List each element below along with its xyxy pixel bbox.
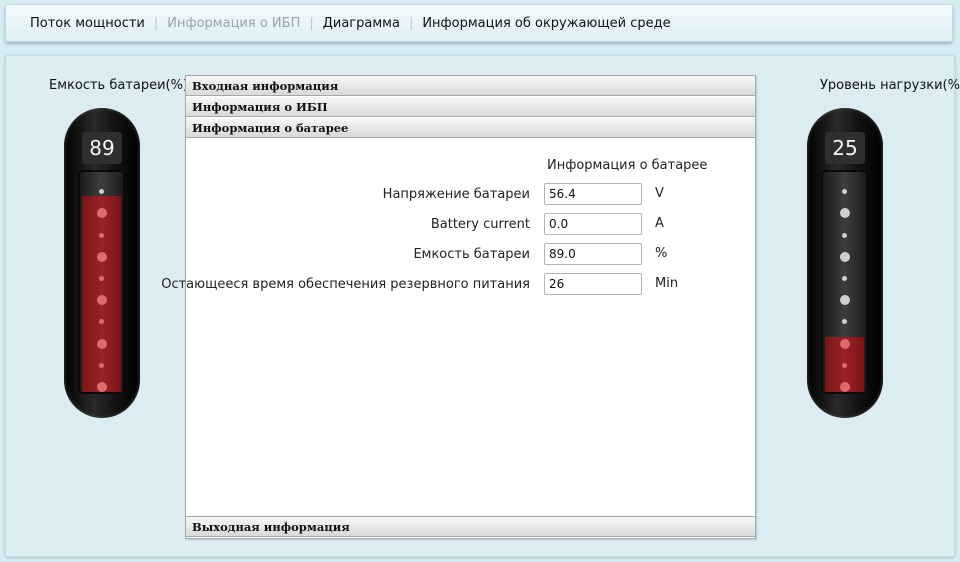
gauge-scale-dot (99, 276, 104, 281)
gauge-scale-dot (99, 362, 104, 368)
load-level-tube (821, 170, 868, 394)
gauge-scale-dot (842, 232, 847, 238)
gauge-scale-dot (842, 319, 847, 325)
gauge-scale-dots (80, 172, 123, 392)
battery-capacity-label: Емкость батареи (413, 247, 530, 262)
load-level-gauge-label: Уровень нагрузки(%) (820, 78, 960, 93)
load-level-gauge: 25 (807, 108, 883, 418)
battery-current-label: Battery current (430, 217, 530, 232)
battery-capacity-unit: % (655, 246, 668, 261)
backup-time-label: Остающееся время обеспечения резервного … (161, 277, 530, 292)
accordion-panel: Входная информация Информация о ИБП Инфо… (161, 75, 756, 539)
accordion-header-output-info[interactable]: Выходная информация (186, 516, 755, 537)
battery-capacity-tube (78, 170, 125, 394)
tab-divider: | (153, 15, 159, 31)
accordion-header-input-info[interactable]: Входная информация (186, 76, 755, 96)
gauge-scale-dots (823, 172, 866, 392)
tab-environment-info[interactable]: Информация об окружающей среде (416, 16, 676, 31)
gauge-scale-dot (839, 295, 850, 306)
gauge-scale-dot (842, 276, 847, 281)
accordion-header-battery-info[interactable]: Информация о батарее (186, 118, 755, 138)
gauge-scale-dot (96, 338, 107, 349)
top-nav-bar: Поток мощности | Информация о ИБП | Диаг… (5, 4, 953, 42)
tab-divider: | (408, 15, 414, 31)
battery-capacity-gauge-label: Емкость батареи(%) (49, 78, 189, 93)
gauge-scale-dot (99, 319, 104, 325)
battery-capacity-gauge: 89 (64, 108, 140, 418)
backup-time-field[interactable] (544, 273, 642, 295)
gauge-scale-dot (842, 362, 847, 368)
tab-ups-info[interactable]: Информация о ИБП (161, 16, 306, 31)
tab-diagram[interactable]: Диаграмма (317, 16, 406, 31)
tab-divider: | (309, 15, 314, 31)
accordion-header-ups-info[interactable]: Информация о ИБП (186, 97, 755, 117)
gauge-scale-dot (96, 382, 107, 392)
battery-voltage-unit: V (655, 186, 664, 201)
gauge-scale-dot (99, 189, 104, 195)
gauge-scale-dot (839, 208, 850, 219)
battery-voltage-label: Напряжение батареи (382, 187, 530, 202)
backup-time-unit: Min (655, 276, 679, 291)
tab-power-flow[interactable]: Поток мощности (24, 16, 151, 31)
gauge-scale-dot (96, 208, 107, 219)
gauge-scale-dot (96, 295, 107, 306)
battery-capacity-field[interactable] (544, 243, 642, 265)
battery-current-field[interactable] (544, 213, 642, 235)
gauge-scale-dot (96, 251, 107, 262)
gauge-scale-dot (839, 251, 850, 262)
battery-capacity-readout: 89 (82, 132, 122, 164)
gauge-scale-dot (839, 338, 850, 349)
gauge-scale-dot (842, 189, 847, 195)
load-level-readout: 25 (825, 132, 865, 164)
gauge-scale-dot (99, 232, 104, 238)
battery-voltage-field[interactable] (544, 183, 642, 205)
battery-section-title: Информация о батарее (547, 158, 708, 173)
battery-current-unit: A (655, 216, 664, 231)
gauge-scale-dot (839, 382, 850, 392)
